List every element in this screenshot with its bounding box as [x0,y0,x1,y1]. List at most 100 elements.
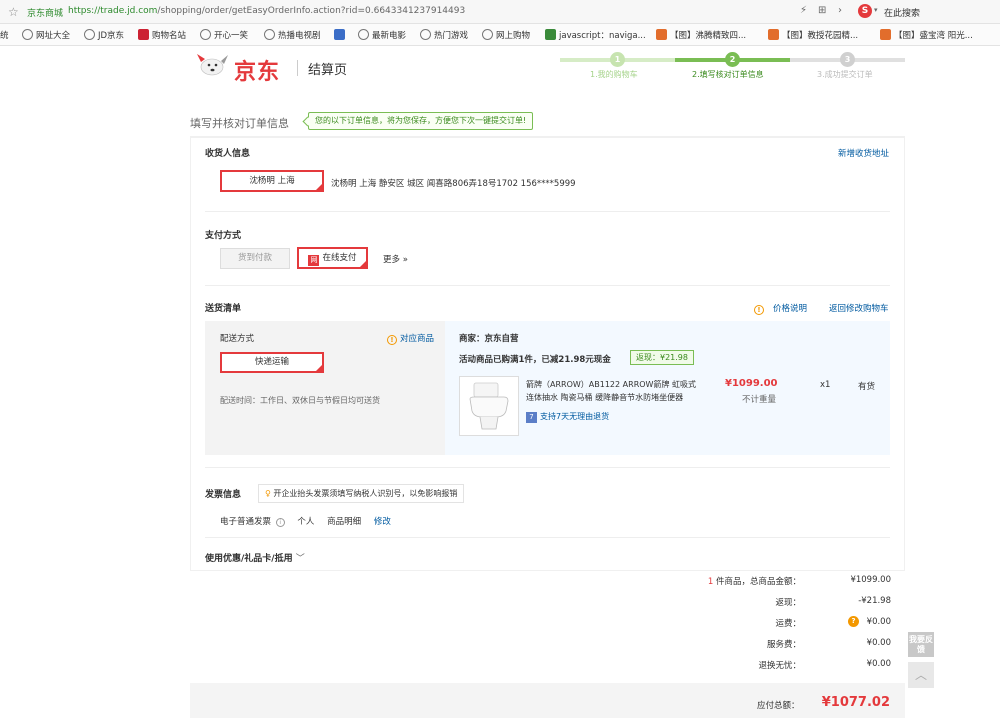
online-pay-option[interactable]: 网在线支付 ✓ [297,247,368,269]
info-warning-icon: ! [754,305,764,315]
jd-dog-logo-icon[interactable] [195,50,231,78]
bookmark-label: javascript：naviga... [559,31,646,41]
globe-icon [358,29,369,40]
back-to-top-button[interactable]: ︿ [908,662,934,688]
page-icon [768,29,779,40]
bookmark-item[interactable]: 统 [0,29,9,41]
bookmark-label: 【图】盛宝湾 阳光... [894,31,973,41]
site-label: 京东商城 [27,9,64,19]
delivery-time: 配送时间：工作日、双休日与节假日均可送货 [220,396,380,405]
page-icon [880,29,891,40]
url-field[interactable]: https://trade.jd.com/shopping/order/getE… [68,6,465,16]
page-subtitle: 结算页 [308,63,348,78]
bookmark-label: 购物名站 [152,31,187,41]
more-payment-link[interactable]: 更多 » [383,253,408,265]
bookmark-item[interactable]: 热播电视剧 [264,29,321,41]
search-input[interactable]: 在此搜索 [884,6,920,19]
return-policy-label: 支持7天无理由退货 [540,412,610,421]
items-amount: ¥1099.00 [850,575,891,585]
summary-service-row: 服务费： ¥0.00 [600,638,891,652]
globe-icon [482,29,493,40]
return-7day-icon: 7 [526,412,537,423]
return-policy[interactable]: 7 支持7天无理由退货 [526,411,609,423]
items-label-rest: 件商品，总商品金额： [713,577,801,587]
chevron-down-icon[interactable]: ▾ [874,6,878,14]
jd-logo-text[interactable]: 京东 [234,54,280,86]
lightbulb-icon: ♀ [265,489,271,498]
total-bar: 应付总额： ¥1077.02 [190,683,905,718]
consignee-selected[interactable]: 沈杨明 上海 ✓ [220,170,324,192]
summary-return-row: 退换无忧： ¥0.00 [600,659,891,673]
back-to-cart-link[interactable]: 返回修改购物车 [829,302,889,314]
step-dot-2: 2 [725,52,740,67]
cod-option[interactable]: 货到付款 [220,248,290,269]
chevron-right-icon[interactable]: › [838,5,842,16]
bookmark-item[interactable]: 网址大全 [22,29,70,41]
bookmark-label: 统 [0,31,9,41]
product-price: ¥1099.00 [725,378,778,389]
invoice-content: 商品明细 [327,517,362,527]
price-note-link[interactable]: ! 价格说明 [754,302,807,315]
globe-icon [22,29,33,40]
header-divider [297,60,298,76]
total-label: 应付总额： [757,701,800,711]
bookmarks-bar: 统 网址大全 JD京东 购物名站 开心一笑 热播电视剧 最新电影 热门游戏 网上… [0,24,1000,46]
summary-items-label: 1 件商品，总商品金额： [708,575,801,587]
coupon-toggle[interactable]: 使用优惠/礼品卡/抵用 ﹀ [205,551,305,564]
bookmark-label: 热门游戏 [434,31,469,41]
bookmark-item[interactable]: 【图】教授花园精... [768,29,858,41]
favorite-star-icon[interactable]: ☆ [8,5,19,19]
bookmark-label: 网址大全 [36,31,71,41]
product-stock: 有货 [858,382,876,392]
bookmark-item[interactable]: 购物名站 [138,29,186,41]
step-label-3: 3.成功提交订单 [817,70,873,79]
divider [205,285,890,286]
add-address-link[interactable]: 新增收货地址 [838,147,889,159]
globe-icon [200,29,211,40]
shipping-heading: 送货清单 [205,304,242,314]
bookmark-item[interactable]: 【图】沸腾精致四... [656,29,746,41]
bookmark-item[interactable]: javascript：naviga... [545,29,646,41]
search-engine-icon[interactable]: S [858,4,872,18]
toilet-image-icon [469,382,509,430]
product-weight: 不计重量 [742,395,777,405]
bookmark-item[interactable] [334,29,348,41]
bookmark-label: JD京东 [98,31,125,41]
invoice-tip-text: 开企业抬头发票须填写纳税人识别号，以免影响报销 [273,489,458,498]
url-path: /shopping/order/getEasyOrderInfo.action?… [157,6,466,16]
feedback-button[interactable]: 我要反馈 [908,632,934,657]
bookmark-item[interactable]: 网上购物 [482,29,530,41]
merchant-name: 商家：京东自营 [459,334,519,344]
coupon-heading: 使用优惠/礼品卡/抵用 [205,554,293,564]
product-qty: x1 [820,380,831,390]
divider [205,467,890,468]
consignee-name: 沈杨明 上海 [249,176,295,186]
summary-freight-row: 运费： ? ¥0.00 [600,616,891,631]
price-note-label: 价格说明 [773,304,808,314]
product-image[interactable] [459,376,519,436]
chevron-up-icon: ︿ [914,668,927,682]
info-warning-icon: ! [387,335,397,345]
invoice-edit-link[interactable]: 修改 [374,517,391,527]
online-pay-icon: 网 [308,255,320,266]
matching-items-link[interactable]: ! 对应商品 [387,332,434,345]
bookmark-item[interactable]: 开心一笑 [200,29,248,41]
url-host: https://trade.jd.com [68,6,158,16]
bookmark-item[interactable]: 热门游戏 [420,29,468,41]
summary-items-row: 1 件商品，总商品金额： ¥1099.00 [600,575,891,589]
bookmark-label: 【图】教授花园精... [782,31,859,41]
express-option[interactable]: 快递运输 ✓ [220,352,324,373]
consignee-address: 沈杨明 上海 静安区 城区 闻喜路806弄18号1702 156****5999 [331,179,576,189]
flash-icon[interactable]: ⚡ [800,5,807,16]
bookmark-item[interactable]: 【图】盛宝湾 阳光... [880,29,973,41]
grid-icon[interactable]: ⊞ [818,5,826,16]
bookmark-item[interactable]: JD京东 [84,29,124,41]
info-icon[interactable]: i [275,518,285,527]
product-name[interactable]: 箭牌（ARROW）AB1122 ARROW箭牌 虹吸式连体抽水 陶瓷马桶 缓降静… [526,378,698,404]
save-tip: 您的以下订单信息，将为您保存，方便您下次一键提交订单! [308,112,534,130]
invoice-title: 个人 [297,517,315,527]
bookmark-item[interactable]: 最新电影 [358,29,406,41]
freight-info-icon[interactable]: ? [848,616,859,627]
invoice-type: 电子普通发票 [220,517,272,527]
chevron-down-icon: ﹀ [295,554,305,564]
